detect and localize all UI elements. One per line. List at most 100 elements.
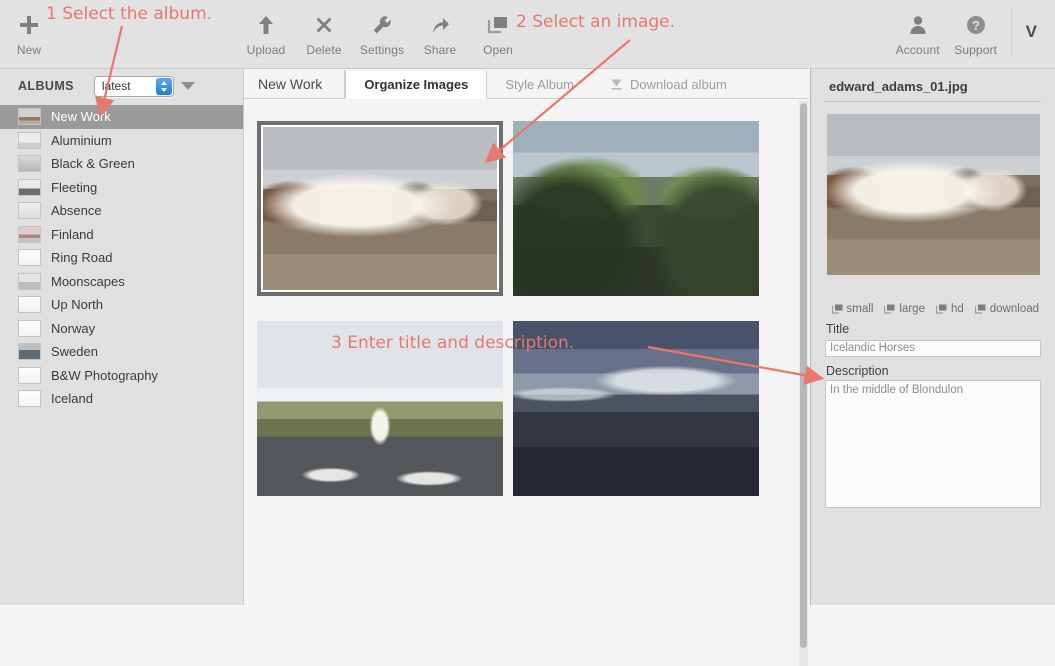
title-input[interactable] xyxy=(825,339,1041,357)
size-link-small-label: small xyxy=(846,303,874,315)
top-toolbar: New Upload Delete Settings Share Open Ac… xyxy=(0,0,1055,68)
album-thumbnail xyxy=(18,366,41,384)
album-list-item-label: Moonscapes xyxy=(51,273,125,289)
account-button-label: Account xyxy=(895,43,940,57)
current-album-tab[interactable]: New Work xyxy=(244,70,346,98)
album-list-item-label: New Work xyxy=(51,109,111,125)
albums-sidebar: ALBUMS latest New Work Aluminium Black & G… xyxy=(0,68,243,605)
share-button-label: Share xyxy=(423,43,457,57)
album-thumbnail xyxy=(18,108,41,126)
image-cell-1[interactable] xyxy=(257,121,503,296)
chevron-down-icon[interactable] xyxy=(180,82,195,90)
album-sort-value: latest xyxy=(101,79,131,93)
image-grid-row-2 xyxy=(257,321,809,521)
photo-album-manager-app: New Upload Delete Settings Share Open Ac… xyxy=(0,0,1055,666)
image-thumbnail xyxy=(513,121,759,296)
upload-button[interactable]: Upload xyxy=(237,0,295,57)
main-content-pane: New Work Organize Images Style Album Dow… xyxy=(243,68,809,666)
album-list-item[interactable]: B&W Photography xyxy=(0,364,243,388)
album-list-item[interactable]: Absence xyxy=(0,199,243,223)
album-list-item-label: Fleeting xyxy=(51,179,98,195)
window-icon xyxy=(974,304,986,314)
settings-button[interactable]: Settings xyxy=(353,0,411,57)
album-thumbnail xyxy=(18,155,41,173)
window-icon xyxy=(831,304,843,314)
image-file-name: edward_adams_01.jpg xyxy=(825,69,1041,102)
image-thumbnail xyxy=(257,321,503,496)
album-list-item[interactable]: Fleeting xyxy=(0,176,243,200)
image-grid-row-1 xyxy=(257,121,809,321)
new-button[interactable]: New xyxy=(0,0,58,57)
share-button[interactable]: Share xyxy=(411,0,469,57)
tab-style-album[interactable]: Style Album xyxy=(487,70,592,98)
image-preview[interactable] xyxy=(826,114,1040,275)
size-link-small[interactable]: small xyxy=(831,303,874,315)
person-icon xyxy=(905,12,931,38)
album-list-item-label: Up North xyxy=(51,297,104,313)
image-cell-4[interactable] xyxy=(513,321,759,496)
album-list-item[interactable]: Iceland xyxy=(0,387,243,411)
scrollbar-thumb[interactable] xyxy=(800,103,807,648)
account-button[interactable]: Account xyxy=(889,0,947,57)
album-list-item-label: B&W Photography xyxy=(51,367,158,383)
main-vertical-scrollbar[interactable] xyxy=(799,101,808,666)
delete-button[interactable]: Delete xyxy=(295,0,353,57)
album-list-item[interactable]: Black & Green xyxy=(0,152,243,176)
image-cell-3[interactable] xyxy=(257,321,503,496)
window-icon xyxy=(884,304,895,314)
description-field-label: Description xyxy=(826,363,889,378)
album-list-item[interactable]: Up North xyxy=(0,293,243,317)
size-link-download-label: download xyxy=(989,303,1039,315)
open-button[interactable]: Open xyxy=(469,0,527,57)
upload-button-label: Upload xyxy=(246,43,286,57)
album-thumbnail xyxy=(18,131,41,149)
delete-button-label: Delete xyxy=(306,43,342,57)
album-list-item[interactable]: Moonscapes xyxy=(0,270,243,294)
album-list-item-label: Finland xyxy=(51,226,94,242)
question-circle-icon: ? xyxy=(963,12,989,38)
size-link-large[interactable]: large xyxy=(884,303,925,315)
arrow-up-icon xyxy=(253,12,279,38)
stepper-arrows-icon[interactable] xyxy=(155,77,172,95)
album-list-item-label: Iceland xyxy=(51,391,93,407)
album-list-item-label: Sweden xyxy=(51,344,98,360)
album-list-item-label: Norway xyxy=(51,320,96,336)
album-list-item[interactable]: Aluminium xyxy=(0,129,243,153)
album-list-item[interactable]: Norway xyxy=(0,317,243,341)
svg-text:?: ? xyxy=(972,18,980,33)
toolbar-mid-group: Upload Delete Settings Share Open xyxy=(237,0,527,57)
image-cell-2[interactable] xyxy=(513,121,759,296)
size-link-download[interactable]: download xyxy=(974,303,1039,315)
album-sort-select[interactable]: latest xyxy=(93,75,174,97)
new-button-label: New xyxy=(16,43,42,57)
tab-organize-images[interactable]: Organize Images xyxy=(345,71,488,99)
size-link-hd-label: hd xyxy=(950,303,964,315)
arrow-share-icon xyxy=(427,12,453,38)
albums-heading: ALBUMS xyxy=(18,79,74,93)
user-initial-button[interactable]: V xyxy=(1022,0,1047,42)
wrench-icon xyxy=(369,12,395,38)
image-size-links: small large hd download xyxy=(825,303,1041,315)
open-button-label: Open xyxy=(483,43,513,57)
album-list-item[interactable]: Finland xyxy=(0,223,243,247)
album-list-item[interactable]: New Work xyxy=(0,105,243,129)
download-album-label: Download album xyxy=(630,76,727,92)
image-thumbnail xyxy=(513,321,759,496)
windows-stack-icon xyxy=(485,12,511,38)
album-list-item-label: Ring Road xyxy=(51,250,113,266)
download-album-button[interactable]: Download album xyxy=(592,70,745,98)
size-link-hd[interactable]: hd xyxy=(935,303,964,315)
toolbar-left-group: New xyxy=(0,0,58,57)
support-button[interactable]: ? Support xyxy=(947,0,1005,57)
album-thumbnail xyxy=(18,319,41,337)
album-list-item[interactable]: Sweden xyxy=(0,340,243,364)
album-thumbnail xyxy=(18,249,41,267)
album-thumbnail xyxy=(18,272,41,290)
album-list-item-label: Absence xyxy=(51,203,102,219)
size-link-large-label: large xyxy=(899,303,925,315)
album-list-item[interactable]: Ring Road xyxy=(0,246,243,270)
x-cross-icon xyxy=(311,12,337,38)
support-button-label: Support xyxy=(954,43,998,57)
description-input[interactable] xyxy=(825,379,1041,508)
settings-button-label: Settings xyxy=(359,43,405,57)
